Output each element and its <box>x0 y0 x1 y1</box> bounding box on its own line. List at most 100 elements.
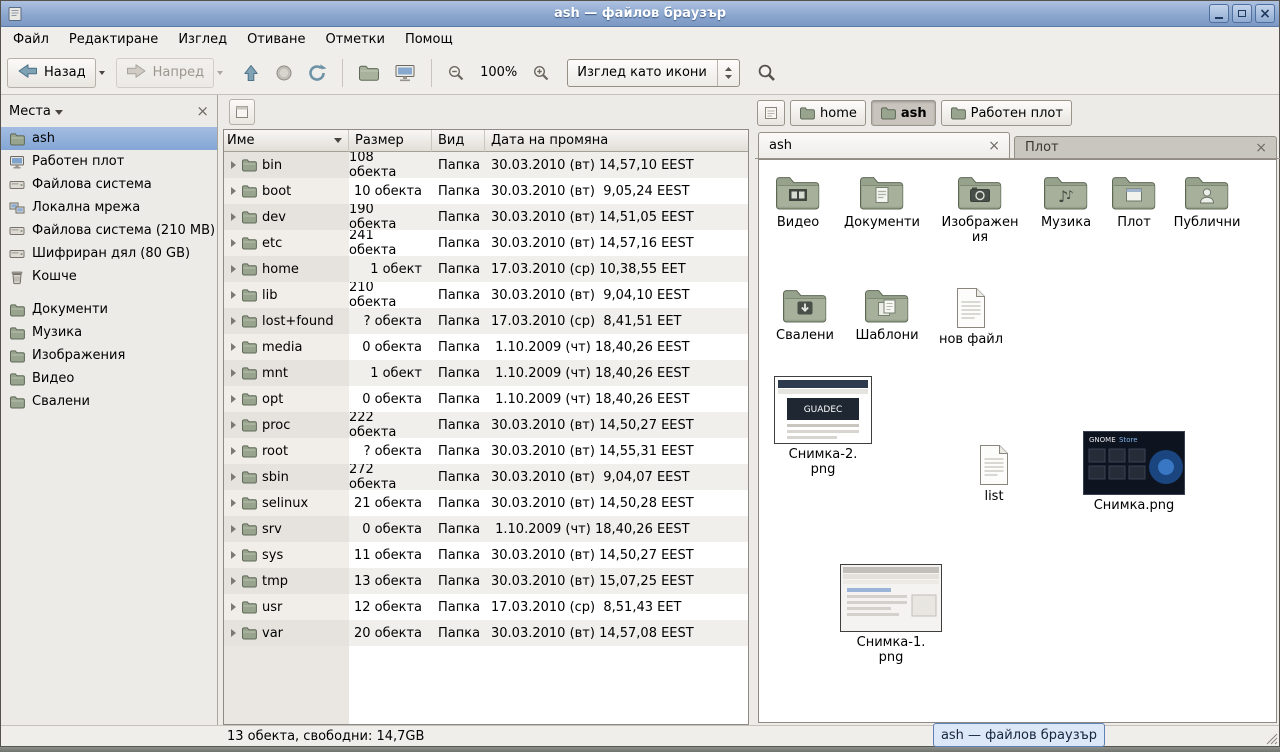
folder-icon-item[interactable]: Документи <box>840 174 924 230</box>
zoom-out-button[interactable] <box>440 58 472 88</box>
titlebar[interactable]: ash — файлов браузър × <box>1 1 1279 27</box>
menu-help[interactable]: Помощ <box>395 30 463 49</box>
expander-icon[interactable] <box>231 447 236 455</box>
computer-button[interactable] <box>387 58 423 88</box>
table-row[interactable]: root? обектаПапка30.03.2010 (вт) 14,55,3… <box>224 438 748 464</box>
column-header-type[interactable]: Вид <box>432 130 485 152</box>
table-row[interactable]: var20 обектаПапка30.03.2010 (вт) 14,57,0… <box>224 620 748 646</box>
expander-icon[interactable] <box>231 161 236 169</box>
expander-icon[interactable] <box>231 629 236 637</box>
expander-icon[interactable] <box>231 577 236 585</box>
menu-go[interactable]: Отиване <box>237 30 315 49</box>
menu-bookmarks[interactable]: Отметки <box>315 30 394 49</box>
pane-location-button[interactable] <box>229 99 255 125</box>
maximize-button[interactable] <box>1232 4 1252 23</box>
sidebar-item[interactable]: Файлова система <box>1 173 217 196</box>
menu-edit[interactable]: Редактиране <box>59 30 168 49</box>
column-header-date[interactable]: Дата на промяна <box>485 130 748 152</box>
folder-icon-item[interactable]: Шаблони <box>845 287 929 343</box>
sidebar-item[interactable]: ash <box>1 127 217 150</box>
expander-icon[interactable] <box>231 343 236 351</box>
sidebar-item[interactable]: Шифриран дял (80 GB) <box>1 242 217 265</box>
expander-icon[interactable] <box>231 525 236 533</box>
reload-button[interactable] <box>300 58 334 88</box>
home-button[interactable] <box>351 58 387 88</box>
file-icon-item[interactable]: GNOMEStoreСнимка.png <box>1082 431 1186 513</box>
table-row[interactable]: selinux21 обектаПапка30.03.2010 (вт) 14,… <box>224 490 748 516</box>
view-selector[interactable]: Изглед като икони <box>567 59 740 87</box>
sidebar-item[interactable]: Видео <box>1 367 217 390</box>
table-row[interactable]: tmp13 обектаПапка30.03.2010 (вт) 15,07,2… <box>224 568 748 594</box>
search-button[interactable] <box>750 58 784 88</box>
file-icon-item[interactable]: Снимка-1.png <box>839 564 943 665</box>
path-button-ash[interactable]: ash <box>871 100 936 126</box>
expander-icon[interactable] <box>231 187 236 195</box>
minimize-button[interactable] <box>1209 4 1229 23</box>
file-icon-item[interactable]: list <box>959 444 1029 504</box>
folder-icon-item[interactable]: Плот <box>1092 174 1176 230</box>
resize-grip[interactable] <box>1264 731 1278 745</box>
table-row[interactable]: media0 обектаПапка 1.10.2009 (чт) 18,40,… <box>224 334 748 360</box>
expander-icon[interactable] <box>231 551 236 559</box>
expander-icon[interactable] <box>231 317 236 325</box>
table-row[interactable]: dev190 обектаПапка30.03.2010 (вт) 14,51,… <box>224 204 748 230</box>
taskbar-window-button[interactable]: ash — файлов браузър <box>933 723 1105 747</box>
column-header-size[interactable]: Размер <box>349 130 432 152</box>
table-row[interactable]: sys11 обектаПапка30.03.2010 (вт) 14,50,2… <box>224 542 748 568</box>
table-row[interactable]: home1 обектПапка17.03.2010 (ср) 10,38,55… <box>224 256 748 282</box>
table-row[interactable]: sbin272 обектаПапка30.03.2010 (вт) 9,04,… <box>224 464 748 490</box>
back-history-dropdown[interactable] <box>96 58 110 88</box>
file-icon-item[interactable]: нов файл <box>936 287 1006 347</box>
folder-icon-item[interactable]: Видео <box>758 174 840 230</box>
expander-icon[interactable] <box>231 395 236 403</box>
sidebar-title[interactable]: Места <box>9 104 51 119</box>
sidebar-item[interactable]: Документи <box>1 298 217 321</box>
tab-ash[interactable]: ash × <box>758 132 1010 158</box>
expander-icon[interactable] <box>231 369 236 377</box>
tab-close-icon[interactable]: × <box>1252 140 1270 156</box>
forward-button[interactable]: Напред <box>116 58 214 88</box>
sidebar-item[interactable]: Музика <box>1 321 217 344</box>
pathbar-root-button[interactable] <box>757 100 785 126</box>
close-button[interactable]: × <box>1255 4 1275 23</box>
table-row[interactable]: proc222 обектаПапка30.03.2010 (вт) 14,50… <box>224 412 748 438</box>
table-row[interactable]: bin108 обектаПапка30.03.2010 (вт) 14,57,… <box>224 152 748 178</box>
expander-icon[interactable] <box>231 473 236 481</box>
expander-icon[interactable] <box>231 603 236 611</box>
table-row[interactable]: srv0 обектаПапка 1.10.2009 (чт) 18,40,26… <box>224 516 748 542</box>
path-button-home[interactable]: home <box>790 100 866 126</box>
tab-close-icon[interactable]: × <box>985 138 1003 154</box>
menu-view[interactable]: Изглед <box>168 30 237 49</box>
sidebar-item[interactable]: Свалени <box>1 390 217 413</box>
folder-icon-item[interactable]: Публични <box>1165 174 1249 230</box>
expander-icon[interactable] <box>231 421 236 429</box>
expander-icon[interactable] <box>231 213 236 221</box>
table-row[interactable]: lib210 обектаПапка30.03.2010 (вт) 9,04,1… <box>224 282 748 308</box>
sidebar-item[interactable]: Изображения <box>1 344 217 367</box>
table-row[interactable]: mnt1 обектПапка 1.10.2009 (чт) 18,40,26 … <box>224 360 748 386</box>
zoom-in-button[interactable] <box>525 58 557 88</box>
table-row[interactable]: boot10 обектаПапка30.03.2010 (вт) 9,05,2… <box>224 178 748 204</box>
expander-icon[interactable] <box>231 239 236 247</box>
path-button-desktop[interactable]: Работен плот <box>941 100 1072 126</box>
folder-icon-item[interactable]: Свалени <box>763 287 847 343</box>
stop-button[interactable] <box>268 58 300 88</box>
expander-icon[interactable] <box>231 291 236 299</box>
table-row[interactable]: opt0 обектаПапка 1.10.2009 (чт) 18,40,26… <box>224 386 748 412</box>
expander-icon[interactable] <box>231 265 236 273</box>
sidebar-item[interactable]: Файлова система (210 MB) <box>1 219 217 242</box>
table-row[interactable]: usr12 обектаПапка17.03.2010 (ср) 8,51,43… <box>224 594 748 620</box>
table-row[interactable]: etc241 обектаПапка30.03.2010 (вт) 14,57,… <box>224 230 748 256</box>
column-header-name[interactable]: Име <box>224 130 349 152</box>
file-icon-item[interactable]: GUADECСнимка-2.png <box>773 376 873 477</box>
up-button[interactable] <box>234 58 268 88</box>
sidebar-close-button[interactable]: × <box>196 104 209 119</box>
sidebar-item[interactable]: Кошче <box>1 265 217 288</box>
forward-history-dropdown[interactable] <box>214 58 228 88</box>
back-button[interactable]: Назад <box>7 58 96 88</box>
folder-icon-item[interactable]: Изображения <box>938 174 1022 245</box>
sidebar-item[interactable]: Работен плот <box>1 150 217 173</box>
tab-plot[interactable]: Плот × <box>1014 136 1277 158</box>
menu-file[interactable]: Файл <box>3 30 59 49</box>
expander-icon[interactable] <box>231 499 236 507</box>
